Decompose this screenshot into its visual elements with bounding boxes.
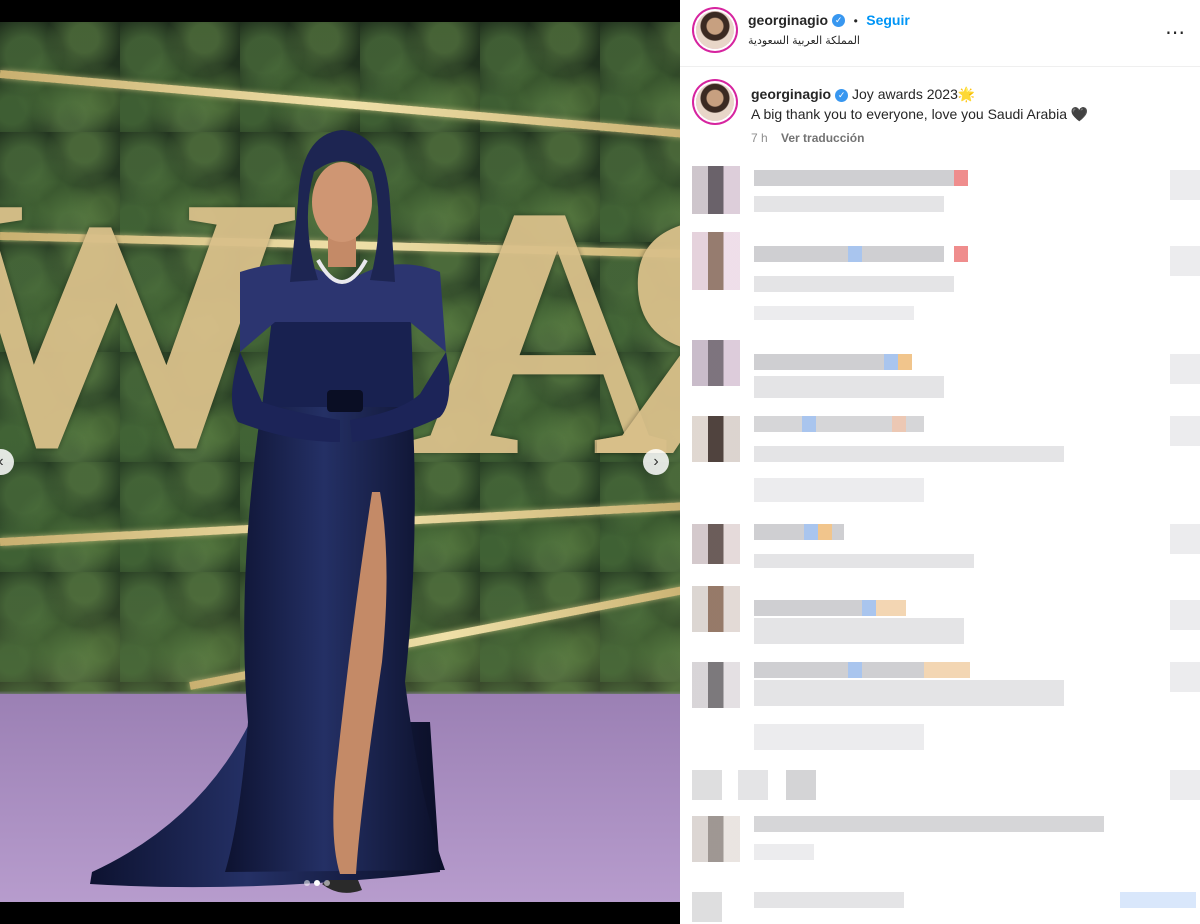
follow-button[interactable]: Seguir [866, 12, 910, 28]
caption: georginagio ✓ Joy awards 2023🌟 A big than… [751, 84, 1181, 145]
caption-line: A big thank you to everyone, love you Sa… [751, 106, 1067, 122]
caption-avatar[interactable] [696, 83, 734, 121]
carousel-indicator [304, 880, 330, 886]
black-heart-icon: 🖤 [1070, 106, 1089, 122]
chevron-right-icon: › [653, 453, 659, 470]
post-side-panel: georginagio ✓ • Seguir المملكة العربية ال… [680, 0, 1200, 924]
post-photo[interactable]: W A R [0, 22, 680, 902]
avatar[interactable] [696, 11, 734, 49]
caption-username[interactable]: georginagio [751, 86, 831, 102]
pixelated-comments [680, 150, 1200, 924]
dot-separator: • [853, 14, 858, 28]
carousel-dot [324, 880, 330, 886]
caption-title: Joy awards 2023 [852, 86, 958, 102]
more-options-icon[interactable]: ⋯ [1165, 20, 1186, 45]
verified-badge-icon: ✓ [832, 14, 846, 28]
post-time: 7 h [751, 131, 768, 145]
location-link[interactable]: المملكة العربية السعودية [748, 34, 860, 47]
post-header: georginagio ✓ • Seguir المملكة العربية ال… [680, 0, 1200, 67]
star-emoji-icon: 🌟 [957, 86, 976, 102]
verified-badge-icon: ✓ [835, 88, 849, 102]
username-link[interactable]: georginagio [748, 12, 828, 28]
carousel-next-button[interactable]: › [643, 449, 669, 475]
carousel-dot [304, 880, 310, 886]
translate-link[interactable]: Ver traducción [781, 131, 864, 145]
carousel-dot-active [314, 880, 320, 886]
chevron-left-icon: ‹ [0, 453, 4, 471]
woman-in-gown [90, 130, 450, 893]
